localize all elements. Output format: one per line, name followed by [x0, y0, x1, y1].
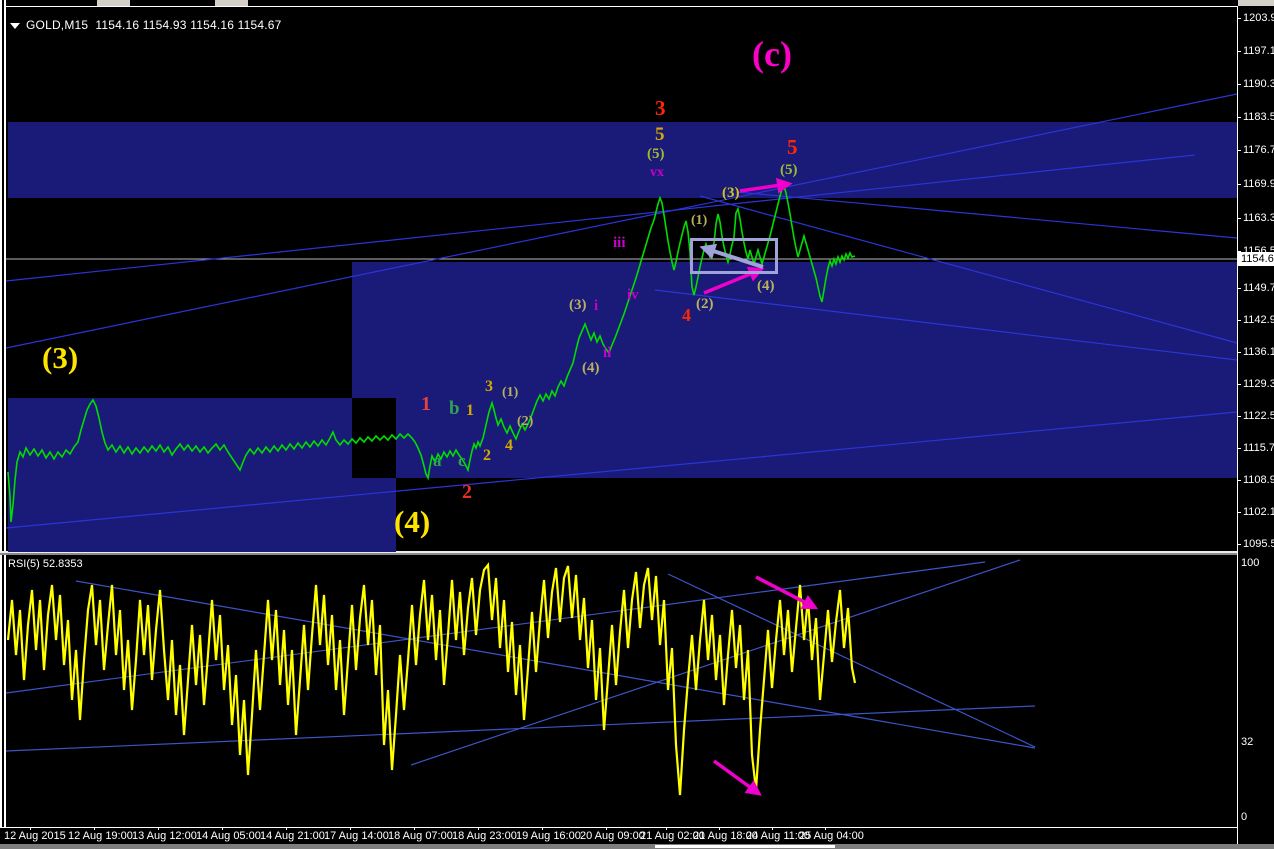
rsi-trendline[interactable] [5, 705, 1036, 752]
chart-objects-overlay [5, 93, 1238, 796]
wave-label[interactable]: iii [613, 236, 626, 251]
wave-label[interactable]: 5 [655, 125, 665, 144]
arrow-object[interactable] [739, 177, 793, 194]
wave-label[interactable]: (1) [502, 386, 518, 400]
wave-label[interactable]: (4) [582, 361, 600, 376]
chevron-down-icon[interactable] [10, 23, 20, 29]
wave-label[interactable]: (2) [517, 415, 533, 429]
wave-label[interactable]: 3 [655, 98, 666, 119]
wave-label[interactable]: (c) [752, 36, 792, 72]
arrow-object[interactable] [712, 759, 762, 796]
wave-label[interactable]: ii [603, 346, 611, 361]
wave-label[interactable]: c [458, 452, 466, 469]
rsi-label: RSI(5) 52.8353 [8, 558, 83, 570]
wave-label[interactable]: 2 [483, 448, 491, 464]
wave-label[interactable]: (5) [780, 163, 798, 178]
wave-label[interactable]: iv [627, 288, 639, 303]
wave-label[interactable]: 5 [787, 137, 798, 158]
wave-label[interactable]: (4) [757, 279, 775, 294]
wave-label[interactable]: (2) [696, 297, 714, 312]
wave-label[interactable]: 4 [682, 306, 691, 324]
trendline[interactable] [654, 289, 1238, 361]
wave-label[interactable]: 4 [505, 438, 513, 454]
wave-label[interactable]: 3 [485, 379, 493, 395]
wave-label[interactable]: (3) [569, 298, 587, 313]
wave-label[interactable]: 1 [421, 394, 431, 414]
wave-label[interactable]: a [433, 452, 442, 469]
wave-label[interactable]: (3) [42, 342, 78, 373]
wave-label[interactable]: (1) [691, 214, 707, 228]
trendline[interactable] [699, 195, 1238, 344]
symbol-label: GOLD,M15 [26, 18, 89, 32]
wave-label[interactable]: i [594, 299, 598, 314]
wave-label[interactable]: b [449, 399, 460, 418]
wave-label[interactable]: (5) [647, 147, 665, 162]
wave-label[interactable]: (3) [722, 186, 740, 201]
consolidation-rectangle[interactable] [690, 238, 778, 274]
wave-label[interactable]: vx [650, 166, 664, 180]
trendline[interactable] [5, 411, 1238, 529]
wave-label[interactable]: (4) [394, 506, 430, 537]
trendline[interactable] [736, 191, 1238, 239]
rsi-series-line [6, 562, 857, 796]
wave-label[interactable]: 2 [462, 482, 472, 502]
chart-title: GOLD,M15 1154.16 1154.93 1154.16 1154.67 [10, 18, 282, 32]
metatrader-chart-window: 12 Aug 2015 12 Aug 19:00 13 Aug 12:00 14 Au… [0, 0, 1274, 849]
wave-label[interactable]: 1 [466, 403, 474, 419]
ohlc-values: 1154.16 1154.93 1154.16 1154.67 [95, 18, 282, 32]
